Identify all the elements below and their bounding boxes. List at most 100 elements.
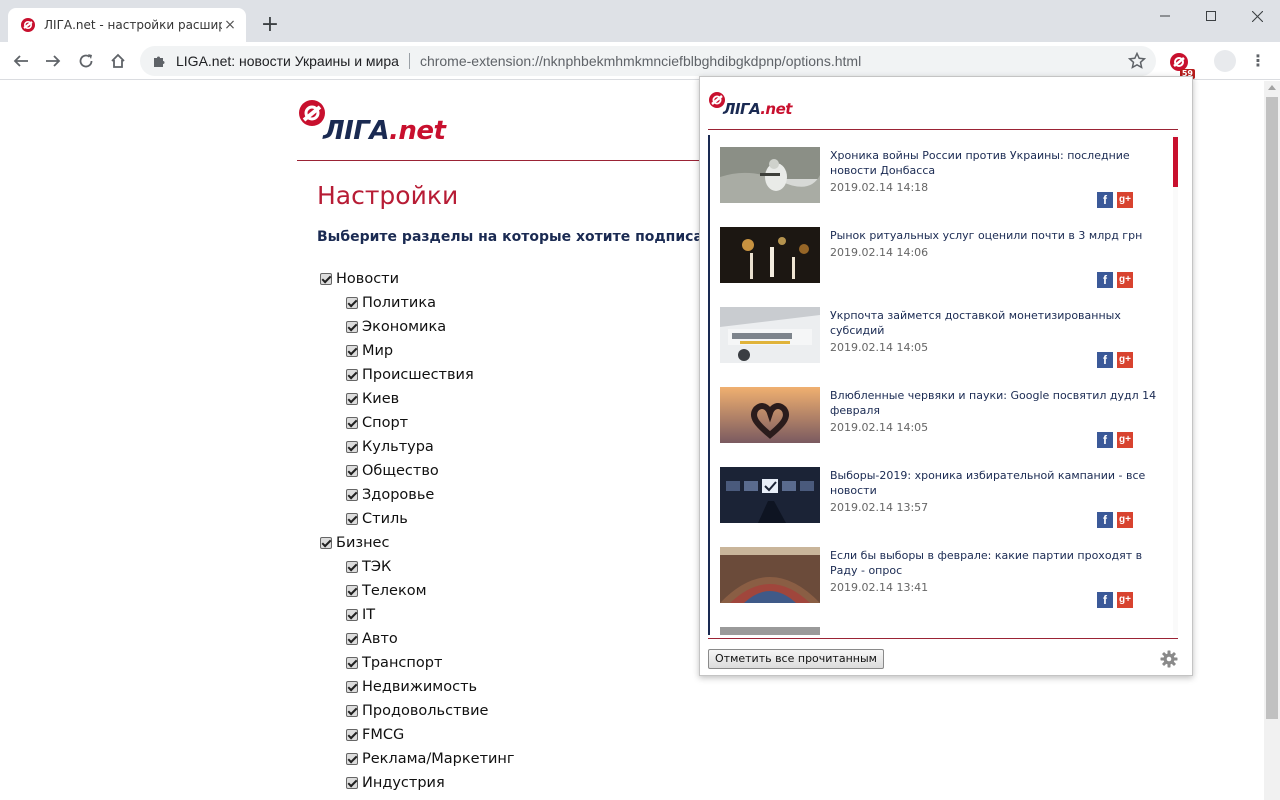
mark-all-read-button[interactable]: Отметить все прочитанным [708,649,884,669]
news-item[interactable]: Рынок ритуальных услуг оценили почти в 3… [720,227,1160,299]
news-thumbnail[interactable] [720,227,820,283]
facebook-share-icon[interactable]: f [1097,512,1113,528]
news-thumbnail[interactable] [720,387,820,443]
subsection-checkbox[interactable]: Киев [320,387,515,411]
new-tab-button[interactable]: + [258,13,282,37]
news-thumbnail[interactable] [720,467,820,523]
forward-button[interactable] [40,48,66,74]
subsection-checkbox[interactable]: FMCG [320,723,515,747]
minimize-button[interactable] [1142,0,1188,32]
subsection-checkbox[interactable]: Политика [320,291,515,315]
section-checkbox-biznes[interactable]: Бизнес [320,531,515,555]
subsection-checkbox[interactable]: Телеком [320,579,515,603]
subsection-checkbox[interactable]: IT [320,603,515,627]
back-button[interactable] [8,48,34,74]
profile-avatar[interactable] [1214,50,1236,72]
close-window-button[interactable] [1234,0,1280,32]
news-title[interactable]: Влюбленные червяки и пауки: Google посвя… [830,388,1160,418]
checkbox[interactable] [346,681,358,693]
checkbox[interactable] [346,417,358,429]
checkbox[interactable] [346,753,358,765]
url-text[interactable]: chrome-extension://nknphbekmhmkmnciefblb… [420,53,861,69]
news-feed[interactable]: Хроника войны России против Украины: пос… [708,135,1178,635]
checkbox[interactable] [346,465,358,477]
page-scrollbar[interactable] [1264,81,1280,800]
news-title[interactable]: Укрпочта займется доставкой монетизирова… [830,308,1160,338]
checkbox[interactable] [346,489,358,501]
checkbox[interactable] [346,705,358,717]
facebook-share-icon[interactable]: f [1097,272,1113,288]
facebook-share-icon[interactable]: f [1097,192,1113,208]
checkbox[interactable] [346,633,358,645]
section-checkbox-novosti[interactable]: Новости [320,267,515,291]
feed-scrollbar-thumb[interactable] [1173,137,1178,187]
subsection-checkbox[interactable]: Транспорт [320,651,515,675]
news-item[interactable]: Хроника войны России против Украины: пос… [720,147,1160,219]
checkbox[interactable] [346,441,358,453]
checkbox[interactable] [346,321,358,333]
checkbox[interactable] [320,537,332,549]
gear-icon[interactable] [1160,650,1178,668]
subsection-checkbox[interactable]: ТЭК [320,555,515,579]
tab-close-icon[interactable]: × [222,17,238,33]
subsection-checkbox[interactable]: Общество [320,459,515,483]
checkbox[interactable] [346,369,358,381]
subsection-checkbox[interactable]: Происшествия [320,363,515,387]
news-item-partial[interactable] [720,627,1160,635]
subsection-checkbox[interactable]: Реклама/Маркетинг [320,747,515,771]
checkbox[interactable] [346,345,358,357]
news-thumbnail[interactable] [720,147,820,203]
feed-scrollbar[interactable] [1173,135,1178,635]
subsection-checkbox[interactable]: Экономика [320,315,515,339]
google-plus-share-icon[interactable]: g+ [1117,192,1133,208]
subsection-checkbox[interactable]: Культура [320,435,515,459]
news-item[interactable]: Выборы-2019: хроника избирательной кампа… [720,467,1160,539]
maximize-button[interactable] [1188,0,1234,32]
checkbox[interactable] [346,729,358,741]
reload-button[interactable] [73,48,99,74]
checkbox[interactable] [346,585,358,597]
subsection-checkbox[interactable]: Индустрия [320,771,515,795]
subsection-checkbox[interactable]: Спорт [320,411,515,435]
facebook-share-icon[interactable]: f [1097,432,1113,448]
subsection-checkbox[interactable]: Продовольствие [320,699,515,723]
news-title[interactable]: Если бы выборы в феврале: какие партии п… [830,548,1160,578]
checkbox[interactable] [346,657,358,669]
news-item[interactable]: Влюбленные червяки и пауки: Google посвя… [720,387,1160,459]
subsection-checkbox[interactable]: Авто [320,627,515,651]
subsection-checkbox[interactable]: Здоровье [320,483,515,507]
checkbox[interactable] [346,609,358,621]
more-menu-icon[interactable]: ⋮ [1248,50,1268,72]
checkbox[interactable] [346,513,358,525]
checkbox[interactable] [346,561,358,573]
checkbox[interactable] [346,393,358,405]
address-bar[interactable]: LIGA.net: новости Украины и мира chrome-… [140,46,1156,76]
bookmark-star-icon[interactable] [1128,52,1146,70]
google-plus-share-icon[interactable]: g+ [1117,592,1133,608]
subsection-checkbox[interactable]: Мир [320,339,515,363]
news-thumbnail[interactable] [720,307,820,363]
subsection-checkbox[interactable]: Недвижимость [320,675,515,699]
google-plus-share-icon[interactable]: g+ [1117,512,1133,528]
tab-liga-settings[interactable]: ЛІГА.net - настройки расширения × [8,8,246,42]
news-item[interactable]: Если бы выборы в феврале: какие партии п… [720,547,1160,619]
scroll-up-icon[interactable] [1268,85,1276,90]
news-title[interactable]: Выборы-2019: хроника избирательной кампа… [830,468,1160,498]
liga-extension-button[interactable]: 59 [1166,49,1195,79]
news-title[interactable]: Рынок ритуальных услуг оценили почти в 3… [830,228,1160,243]
google-plus-share-icon[interactable]: g+ [1117,432,1133,448]
news-item[interactable]: Укрпочта займется доставкой монетизирова… [720,307,1160,379]
checkbox[interactable] [346,777,358,789]
news-thumbnail[interactable] [720,627,820,635]
news-title[interactable]: Хроника войны России против Украины: пос… [830,148,1160,178]
scrollbar-thumb[interactable] [1266,97,1278,719]
home-button[interactable] [105,48,131,74]
subsection-checkbox[interactable]: Стиль [320,507,515,531]
checkbox[interactable] [320,273,332,285]
google-plus-share-icon[interactable]: g+ [1117,352,1133,368]
facebook-share-icon[interactable]: f [1097,352,1113,368]
facebook-share-icon[interactable]: f [1097,592,1113,608]
google-plus-share-icon[interactable]: g+ [1117,272,1133,288]
checkbox[interactable] [346,297,358,309]
news-thumbnail[interactable] [720,547,820,603]
